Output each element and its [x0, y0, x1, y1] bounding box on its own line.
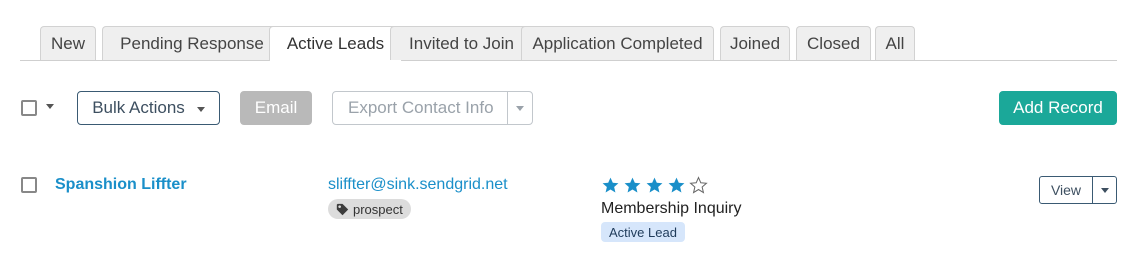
- status-badge: Active Lead: [601, 222, 685, 242]
- view-dropdown-button[interactable]: [1093, 177, 1116, 203]
- star-filled-icon[interactable]: [623, 176, 642, 195]
- record-source: Membership Inquiry: [601, 200, 742, 217]
- tab-joined[interactable]: Joined: [720, 26, 790, 60]
- tab-new[interactable]: New: [40, 26, 96, 60]
- view-split-button: View: [1039, 176, 1117, 204]
- tab-invited-to-join[interactable]: Invited to Join: [390, 26, 533, 60]
- email-button[interactable]: Email: [240, 91, 312, 125]
- select-all-dropdown-caret-icon[interactable]: [46, 104, 54, 109]
- tab-bar: New Pending Response Active Leads Invite…: [20, 26, 1117, 61]
- bulk-actions-button[interactable]: Bulk Actions: [77, 91, 220, 125]
- star-filled-icon[interactable]: [645, 176, 664, 195]
- select-all-checkbox[interactable]: [21, 100, 37, 116]
- record-tag: prospect: [328, 199, 411, 219]
- tag-icon: [336, 203, 349, 215]
- chevron-down-icon: [1100, 187, 1109, 193]
- star-filled-icon[interactable]: [667, 176, 686, 195]
- tab-application-completed[interactable]: Application Completed: [521, 26, 714, 60]
- tab-closed[interactable]: Closed: [796, 26, 871, 60]
- tab-all[interactable]: All: [875, 26, 915, 60]
- star-empty-icon[interactable]: [689, 176, 708, 195]
- export-dropdown-chevron-icon[interactable]: [516, 106, 524, 111]
- view-button[interactable]: View: [1040, 177, 1092, 203]
- add-record-button[interactable]: Add Record: [999, 91, 1117, 125]
- bulk-actions-label: Bulk Actions: [92, 98, 185, 117]
- record-name-link[interactable]: Spanshion Liffter: [55, 176, 187, 194]
- chevron-down-icon: [196, 106, 205, 112]
- export-contact-info-button[interactable]: Export Contact Info: [332, 91, 533, 125]
- tab-active-leads[interactable]: Active Leads: [269, 26, 402, 61]
- split-divider: [507, 92, 508, 124]
- tag-label: prospect: [353, 201, 403, 217]
- star-filled-icon[interactable]: [601, 176, 620, 195]
- rating-stars[interactable]: [601, 176, 708, 195]
- tab-pending-response[interactable]: Pending Response: [102, 26, 282, 60]
- record-email-link[interactable]: sliffter@sink.sendgrid.net: [328, 176, 508, 194]
- export-contact-info-label: Export Contact Info: [348, 98, 494, 117]
- row-select-checkbox[interactable]: [21, 177, 37, 193]
